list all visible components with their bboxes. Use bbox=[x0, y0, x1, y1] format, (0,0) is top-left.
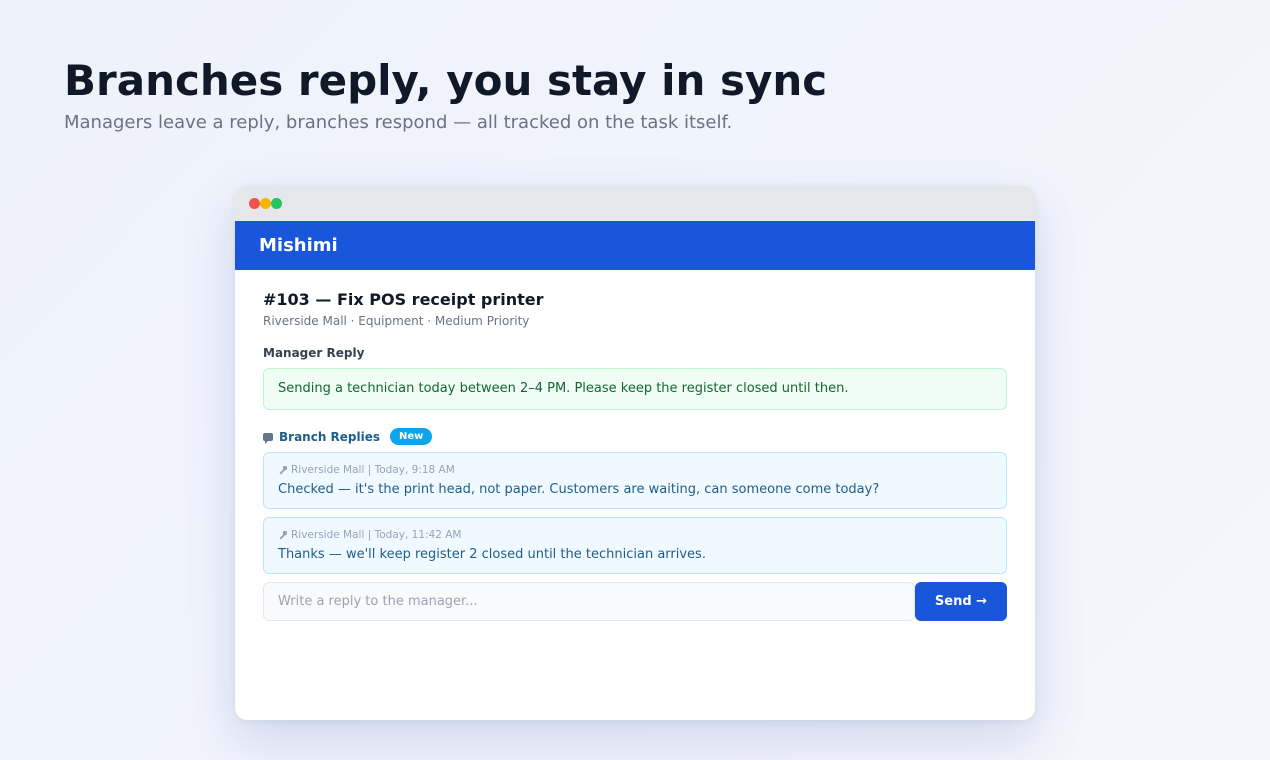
app-window: Mishimi #103 — Fix POS receipt printer R… bbox=[235, 186, 1035, 720]
send-button[interactable]: Send → bbox=[915, 582, 1007, 621]
reply-text: Checked — it's the print head, not paper… bbox=[278, 482, 880, 497]
branch-replies-label: Branch Replies bbox=[279, 429, 381, 444]
pin-icon bbox=[278, 530, 287, 540]
reply-composer: Send → bbox=[263, 582, 1007, 621]
speech-bubble-icon bbox=[263, 432, 273, 444]
reply-meta: Riverside Mall | Today, 9:18 AM bbox=[278, 463, 992, 477]
hero-title: Branches reply, you stay in sync bbox=[64, 56, 828, 105]
reply-meta-text: Riverside Mall | Today, 9:18 AM bbox=[291, 464, 455, 476]
reply-meta: Riverside Mall | Today, 11:42 AM bbox=[278, 528, 992, 542]
reply-input[interactable] bbox=[263, 582, 915, 621]
branch-reply-item: Riverside Mall | Today, 11:42 AM Thanks … bbox=[263, 517, 1007, 574]
task-meta: Riverside Mall · Equipment · Medium Prio… bbox=[263, 314, 530, 328]
reply-meta-text: Riverside Mall | Today, 11:42 AM bbox=[291, 529, 462, 541]
minimize-window-dot[interactable] bbox=[260, 198, 271, 209]
app-name: Mishimi bbox=[259, 235, 338, 256]
window-titlebar bbox=[235, 186, 1035, 221]
branch-reply-item: Riverside Mall | Today, 9:18 AM Checked … bbox=[263, 452, 1007, 509]
maximize-window-dot[interactable] bbox=[271, 198, 282, 209]
new-badge: New bbox=[390, 428, 433, 445]
task-title: #103 — Fix POS receipt printer bbox=[263, 290, 544, 309]
branch-replies-list: Riverside Mall | Today, 9:18 AM Checked … bbox=[263, 452, 1007, 574]
app-header: Mishimi bbox=[235, 221, 1035, 270]
manager-reply-text: Sending a technician today between 2–4 P… bbox=[278, 381, 849, 396]
pin-icon bbox=[278, 465, 287, 475]
manager-reply-box: Sending a technician today between 2–4 P… bbox=[263, 368, 1007, 410]
branch-replies-header: Branch Replies New bbox=[263, 428, 1007, 445]
hero: Branches reply, you stay in sync Manager… bbox=[64, 56, 827, 134]
task-detail: #103 — Fix POS receipt printer Riverside… bbox=[235, 270, 1035, 621]
reply-text: Thanks — we'll keep register 2 closed un… bbox=[278, 547, 706, 562]
manager-reply-label: Manager Reply bbox=[263, 346, 365, 360]
close-window-dot[interactable] bbox=[249, 198, 260, 209]
hero-subtitle: Managers leave a reply, branches respond… bbox=[64, 112, 733, 133]
